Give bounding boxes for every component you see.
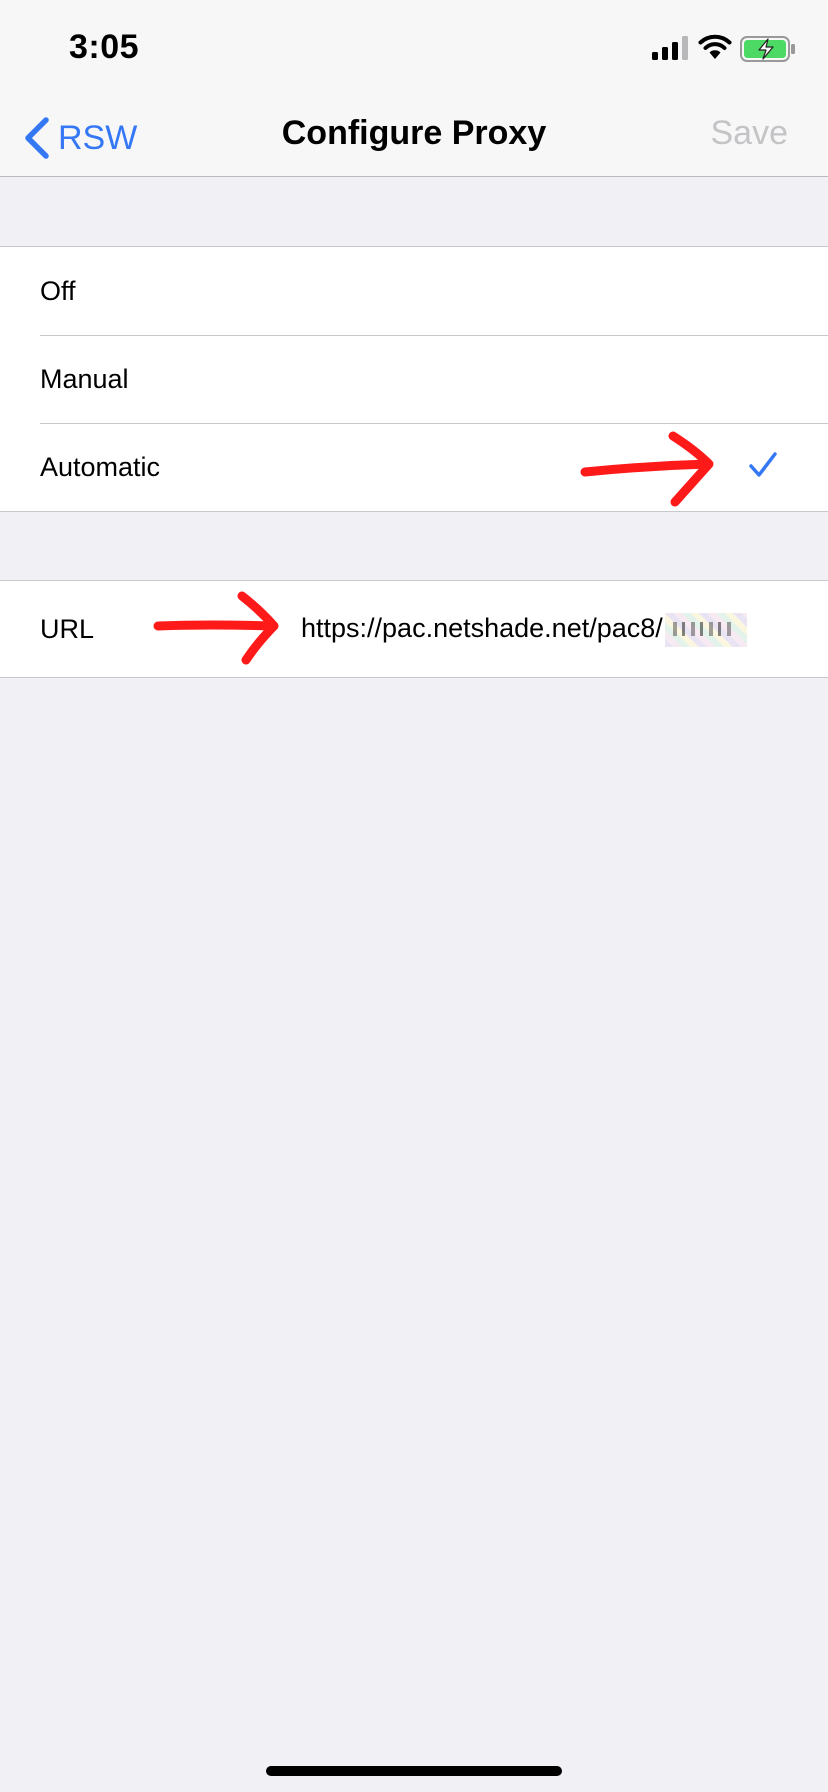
url-label: URL bbox=[40, 613, 95, 644]
proxy-option-off[interactable]: Off bbox=[0, 247, 828, 335]
url-row[interactable]: URL https://pac.netshade.net/pac8/ bbox=[0, 581, 828, 677]
proxy-option-label: Manual bbox=[40, 363, 129, 394]
battery-charging-icon bbox=[740, 36, 795, 62]
url-value: https://pac.netshade.net/pac8/ bbox=[301, 613, 663, 644]
redacted-url-segment bbox=[664, 613, 747, 647]
url-field[interactable]: https://pac.netshade.net/pac8/ bbox=[301, 613, 747, 647]
navigation-bar: RSW Configure Proxy Save bbox=[0, 100, 828, 177]
url-group: URL https://pac.netshade.net/pac8/ bbox=[0, 580, 828, 678]
proxy-option-label: Automatic bbox=[40, 451, 161, 482]
status-bar: 3:05 bbox=[0, 0, 828, 100]
wifi-icon bbox=[698, 34, 732, 59]
status-time: 3:05 bbox=[69, 28, 140, 66]
page-title: Configure Proxy bbox=[281, 114, 547, 152]
proxy-option-automatic[interactable]: Automatic bbox=[0, 423, 828, 511]
checkmark-icon bbox=[749, 452, 777, 477]
proxy-mode-group: Off Manual Automatic bbox=[0, 246, 828, 512]
screen: 3:05 RSW Configure Proxy Save Off Manual… bbox=[0, 0, 828, 1792]
cellular-signal-icon bbox=[652, 36, 688, 60]
proxy-option-manual[interactable]: Manual bbox=[0, 335, 828, 423]
home-indicator[interactable] bbox=[266, 1766, 562, 1776]
proxy-option-label: Off bbox=[40, 275, 76, 306]
save-button[interactable]: Save bbox=[711, 114, 789, 153]
